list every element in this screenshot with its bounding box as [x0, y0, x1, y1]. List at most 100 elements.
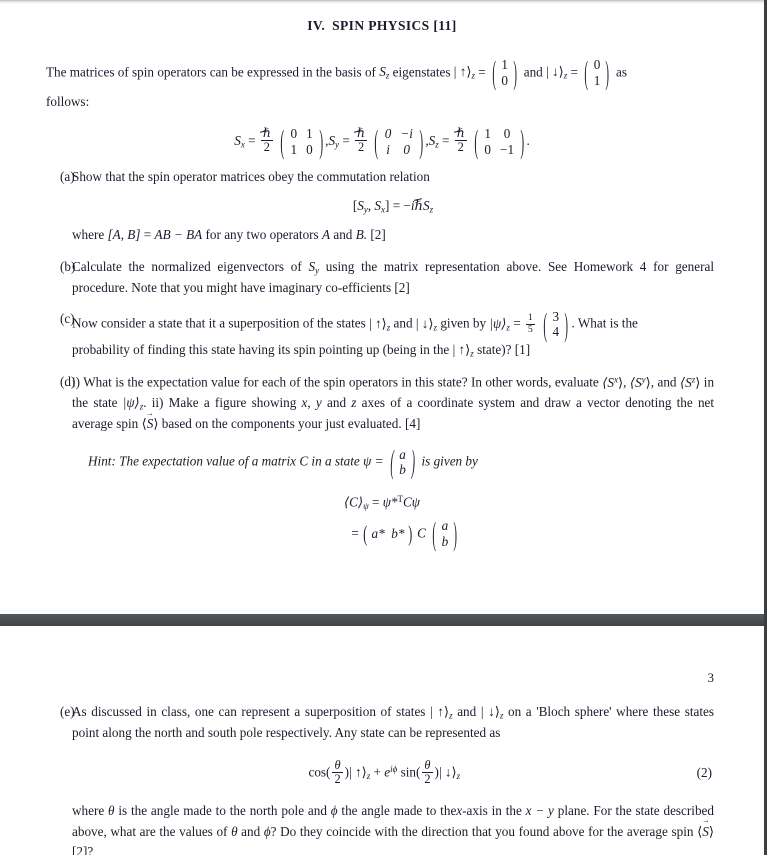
item-e-body: As discussed in class, one can represent…	[72, 702, 718, 855]
theta-over-two-1: θ2	[332, 758, 343, 786]
paren-left: (	[280, 122, 285, 161]
item-d-body: i) What is the expectation value for eac…	[72, 372, 718, 435]
item-e-ket-down: | ↓⟩	[480, 704, 500, 719]
item-d-text-5: and	[327, 395, 347, 411]
page-number: 3	[707, 670, 715, 685]
operator-sz-subscript: z	[385, 70, 390, 81]
paren-right: )	[564, 305, 569, 343]
item-a-text-3: for any two operators	[205, 226, 319, 242]
sx-cell-01: 1	[306, 126, 313, 141]
sz-cell-10: 0	[484, 141, 492, 157]
theta-over-two-2: θ2	[422, 758, 433, 786]
item-c-ket-up-2: | ↑⟩	[452, 342, 471, 358]
matrix-sz: ( 1 0 0 −1 )	[473, 125, 525, 159]
item-d-text-2: , and	[650, 374, 677, 390]
sz-subscript: z	[435, 138, 439, 149]
item-c-text-4: probability of finding this state having…	[72, 342, 450, 358]
xy-plane-label: x − y	[525, 802, 554, 818]
hint-eq-lhs-sub: ψ	[363, 500, 369, 511]
two-denominator: 2	[332, 772, 343, 786]
section-number: IV.	[307, 18, 326, 33]
item-e-text-4: is the angle made to the north pole and	[118, 802, 327, 818]
axis-z: z	[351, 395, 357, 411]
paren-right: )	[419, 122, 423, 161]
equals: =	[143, 226, 152, 242]
item-a-label: (a)	[60, 169, 75, 185]
item-e-ket-up-sub: z	[449, 710, 453, 721]
coefficient-denominator: 5	[525, 323, 535, 335]
hint-text-1: The expectation value of a matrix	[119, 453, 297, 469]
cos-ket-sub: z	[366, 770, 371, 781]
item-a-text: Show that the spin operator matrices obe…	[72, 169, 430, 185]
sy-cell-00: 0	[384, 126, 392, 141]
item-a-where: where	[72, 226, 105, 242]
sin-ket-sub: z	[456, 770, 461, 781]
ket-up: | ↑⟩	[453, 64, 472, 80]
item-c-body: Now consider a state that it a superposi…	[72, 305, 718, 360]
cos-ket-up: )| ↑⟩	[344, 764, 367, 780]
operator-b: B.	[355, 226, 368, 242]
axis-y: y	[315, 395, 322, 411]
item-c-equals: =	[513, 315, 521, 331]
item-b-label: (b)	[60, 258, 76, 274]
item-e-text-3: where	[72, 802, 105, 818]
item-c-ket-up-sub: z	[386, 322, 391, 333]
expectation-sx: ⟨S	[602, 374, 614, 390]
avg-spin-symbol: S	[147, 414, 154, 435]
matrix-sx: ( 0 1 1 0 )	[279, 122, 324, 161]
sz-cell-11: −1	[500, 141, 515, 157]
intro-text-and: and	[523, 64, 543, 80]
paren-right: )	[411, 443, 415, 481]
paren-right: )	[453, 514, 458, 552]
item-e-text-1: As discussed in class, one can represent…	[72, 704, 426, 719]
section-title-text: SPIN PHYSICS	[332, 18, 430, 33]
two-denominator: 2	[422, 772, 433, 786]
item-c-text-1: Now consider a state that it a superposi…	[72, 315, 366, 331]
document-page-1: IV. SPIN PHYSICS [11] The matrices of spi…	[0, 0, 764, 614]
paren-left: (	[363, 520, 368, 546]
sy-cell-01: −i	[400, 126, 413, 141]
hint-label: Hint:	[88, 453, 116, 469]
paren-left: (	[543, 305, 548, 343]
hint-eq-rhs: ψ*	[382, 494, 398, 510]
paren-left: (	[584, 54, 589, 91]
bloch-sphere-equation-row: cos(θ 2)| ↑⟩z + eiϕ sin(θ 2)| ↓⟩z (2)	[72, 758, 714, 787]
cos-function: cos(	[308, 764, 331, 780]
item-d-text-1: i) What is the expectation value for eac…	[72, 374, 599, 390]
sin-function: sin(	[400, 764, 421, 780]
sy-subscript: y	[335, 138, 340, 149]
hint-row-b: b*	[391, 526, 405, 542]
hint-text-2: in a state	[311, 453, 360, 469]
sy-cell-11: 0	[403, 141, 410, 157]
hint-row-vector: ( a* b* )	[362, 520, 414, 546]
follows-text: follows:	[46, 93, 90, 109]
item-c-and: and	[393, 315, 413, 331]
item-b-body: Calculate the normalized eigenvectors of…	[72, 257, 718, 299]
sy-cell-10: i	[386, 141, 390, 157]
equals-sign-2: =	[570, 64, 578, 80]
problem-list-continued: (e) As discussed in class, one can repre…	[46, 702, 718, 855]
item-c-label: (c)	[60, 311, 75, 327]
item-b-text-1: Calculate the normalized eigenvectors of	[72, 258, 302, 274]
intro-text-as: as	[615, 64, 627, 80]
theta-symbol-1: θ	[108, 802, 115, 818]
axis-x: x	[301, 395, 308, 411]
item-e-and: and	[457, 704, 477, 719]
paren-left: (	[374, 122, 379, 161]
commutation-equation: [Sy, Sx] = −iℏSz	[72, 196, 714, 217]
hbar-numerator: ℏ	[357, 126, 366, 141]
hbar-over-two-2: ℏ 2	[355, 126, 368, 154]
hint-eq2-vector-bottom: b	[441, 533, 449, 549]
avg-spin-close: ⟩	[153, 416, 159, 432]
commutator-bracket: [A, B]	[107, 226, 141, 242]
item-c: (c) Now consider a state that it a super…	[46, 305, 718, 360]
hint-eq-equals: =	[371, 494, 380, 510]
paren-right: )	[513, 54, 518, 91]
item-e-closing-text: where θ is the angle made to the north p…	[72, 801, 714, 855]
item-e-text-5: the angle made to the	[341, 802, 457, 818]
ket-down: | ↓⟩	[546, 64, 564, 80]
coefficient-numerator: 1	[527, 312, 533, 324]
two-denominator: 2	[355, 140, 368, 154]
paren-right: )	[605, 54, 610, 91]
hbar-numerator: ℏ	[456, 126, 465, 141]
